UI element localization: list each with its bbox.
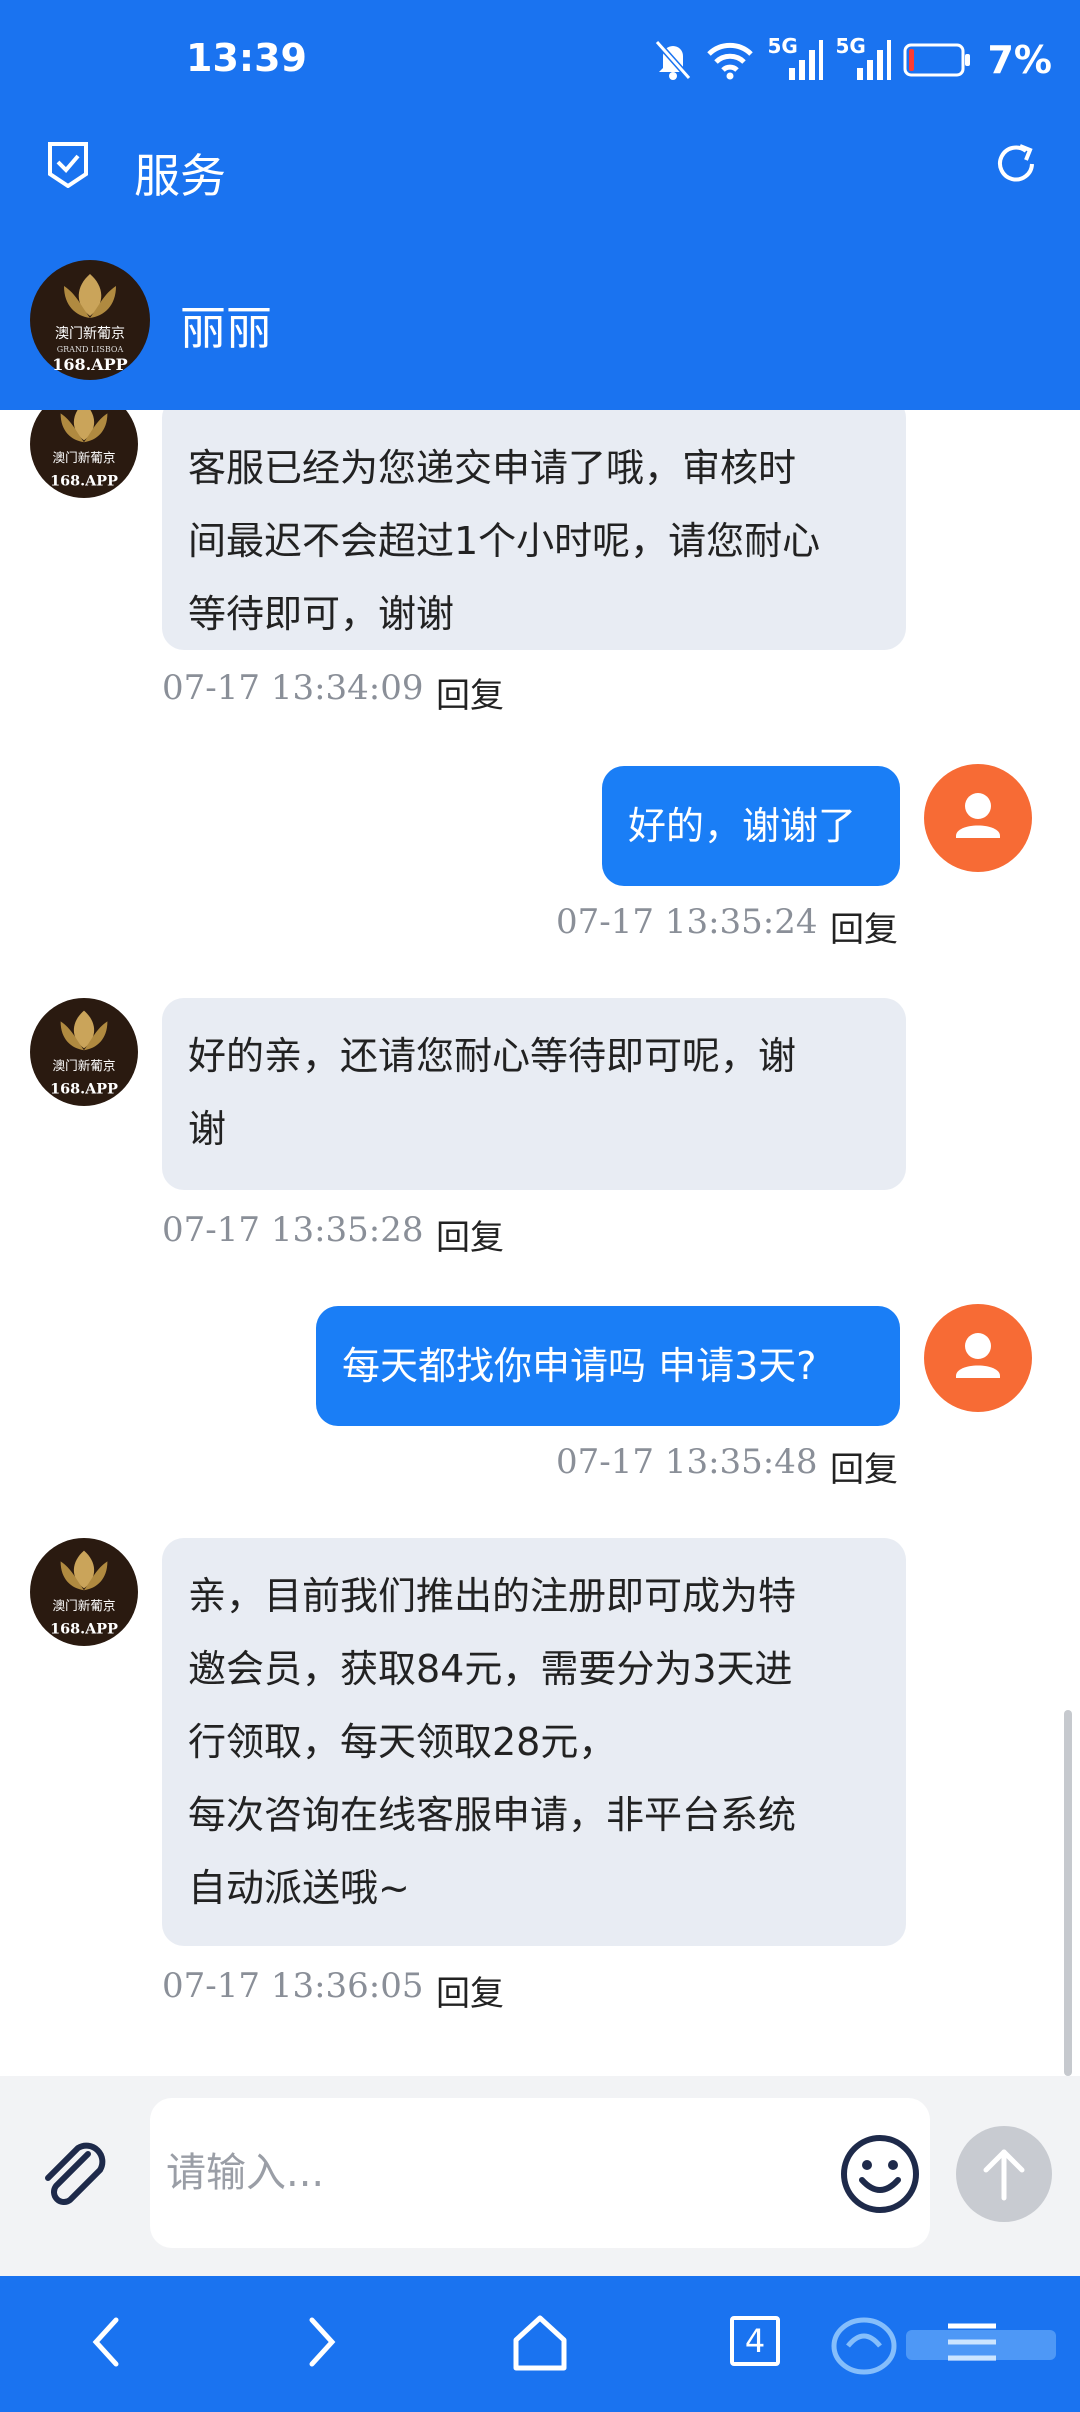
wifi-icon	[705, 40, 755, 80]
logo-text: 澳门新葡京	[53, 1598, 116, 1613]
reply-link[interactable]: 回复	[436, 1966, 504, 2015]
reply-link[interactable]: 回复	[436, 668, 504, 717]
message-line: 每天都找你申请吗 申请3天?	[342, 1344, 817, 1388]
agent-avatar-small: 澳门新葡京 168.APP	[30, 410, 138, 502]
top-header: 13:39 5G 5G 7% 服务 澳门新葡京 GRAND LISBOA 168…	[0, 0, 1080, 410]
user-icon	[956, 1333, 1000, 1378]
logo-app-text: 168.APP	[50, 1080, 118, 1097]
send-arrow-icon	[983, 2149, 1025, 2201]
message-line: 每次咨询在线客服申请，非平台系统	[188, 1793, 797, 1837]
logo-app-text: 168.APP	[50, 1620, 118, 1637]
message-bubble-agent: 客服已经为您递交申请了哦，审核时 间最迟不会超过1个小时呢，请您耐心 等待即可，…	[162, 410, 906, 650]
chat-area[interactable]: 澳门新葡京 168.APP 客服已经为您递交申请了哦，审核时 间最迟不会超过1个…	[0, 410, 1080, 2074]
signal-icon: 5G	[767, 34, 824, 82]
message-line: 等待即可，谢谢	[188, 592, 455, 636]
logo-app-text: 168.APP	[50, 472, 118, 489]
logo-text: 澳门新葡京	[55, 326, 125, 342]
agent-name: 丽丽	[180, 301, 272, 355]
message-bubble-user: 每天都找你申请吗 申请3天?	[316, 1306, 900, 1426]
status-bar: 13:39 5G 5G 7%	[0, 0, 1080, 120]
back-icon[interactable]	[86, 2310, 126, 2378]
message-line: 亲，目前我们推出的注册即可成为特	[188, 1574, 797, 1618]
status-time: 13:39	[186, 36, 307, 80]
message-line: 间最迟不会超过1个小时呢，请您耐心	[188, 519, 821, 563]
send-button[interactable]	[956, 2126, 1052, 2222]
scrollbar[interactable]	[1064, 1710, 1072, 2076]
logo-text: 澳门新葡京	[53, 450, 116, 465]
user-avatar	[924, 764, 1032, 872]
message-line: 好的，谢谢了	[628, 804, 857, 848]
user-icon	[956, 793, 1000, 838]
agent-avatar: 澳门新葡京 GRAND LISBOA 168.APP	[30, 260, 150, 384]
logo-subtext: GRAND LISBOA	[57, 345, 124, 354]
message-line: 好的亲，还请您耐心等待即可呢，谢	[188, 1034, 797, 1078]
reply-link[interactable]: 回复	[436, 1210, 504, 1259]
attachment-icon[interactable]	[34, 2136, 114, 2220]
logo-app-text: 168.APP	[52, 355, 127, 374]
page-title: 服务	[134, 149, 226, 203]
agent-info: 澳门新葡京 GRAND LISBOA 168.APP 丽丽	[0, 256, 1080, 396]
message-line: 邀会员，获取84元，需要分为3天进	[188, 1647, 793, 1691]
input-bar	[0, 2076, 1080, 2276]
signal-icon: 5G	[835, 34, 892, 82]
battery-percent: 7%	[987, 38, 1052, 82]
home-icon[interactable]	[510, 2310, 570, 2378]
forward-icon[interactable]	[302, 2310, 342, 2378]
mute-bell-icon	[653, 38, 693, 82]
app-header: 服务	[0, 120, 1080, 240]
agent-avatar-small: 澳门新葡京 168.APP	[30, 1538, 138, 1650]
message-line: 谢	[188, 1107, 227, 1151]
message-timestamp: 07-17 13:34:09	[162, 668, 424, 708]
status-icons: 5G 5G 7%	[653, 34, 1052, 84]
message-bubble-agent: 亲，目前我们推出的注册即可成为特 邀会员，获取84元，需要分为3天进 行领取，每…	[162, 1538, 906, 1946]
message-timestamp: 07-17 13:35:24	[556, 902, 818, 942]
agent-avatar-small: 澳门新葡京 168.APP	[30, 998, 138, 1110]
message-timestamp: 07-17 13:35:48	[556, 1442, 818, 1482]
logo-text: 澳门新葡京	[53, 1058, 116, 1073]
signal-label: 5G	[835, 34, 866, 58]
message-bubble-agent: 好的亲，还请您耐心等待即可呢，谢 谢	[162, 998, 906, 1190]
reply-link[interactable]: 回复	[830, 1442, 898, 1491]
message-timestamp: 07-17 13:35:28	[162, 1210, 424, 1250]
message-line: 行领取，每天领取28元，	[188, 1720, 617, 1764]
message-input-box[interactable]	[150, 2098, 930, 2248]
message-line: 自动派送哦~	[188, 1866, 410, 1910]
message-timestamp: 07-17 13:36:05	[162, 1966, 424, 2006]
browser-nav-bar: 4	[0, 2276, 1080, 2412]
message-line: 客服已经为您递交申请了哦，审核时	[188, 446, 797, 490]
signal-label: 5G	[767, 34, 798, 58]
emoji-icon[interactable]	[838, 2132, 922, 2220]
watermark-logo	[830, 2310, 1070, 2384]
user-avatar	[924, 1304, 1032, 1412]
battery-icon	[903, 43, 971, 77]
reply-link[interactable]: 回复	[830, 902, 898, 951]
message-bubble-user: 好的，谢谢了	[602, 766, 900, 886]
refresh-icon[interactable]	[992, 140, 1040, 192]
checkbox-icon[interactable]	[46, 140, 90, 192]
tabs-button[interactable]: 4	[730, 2316, 780, 2366]
message-input[interactable]	[166, 2138, 786, 2208]
